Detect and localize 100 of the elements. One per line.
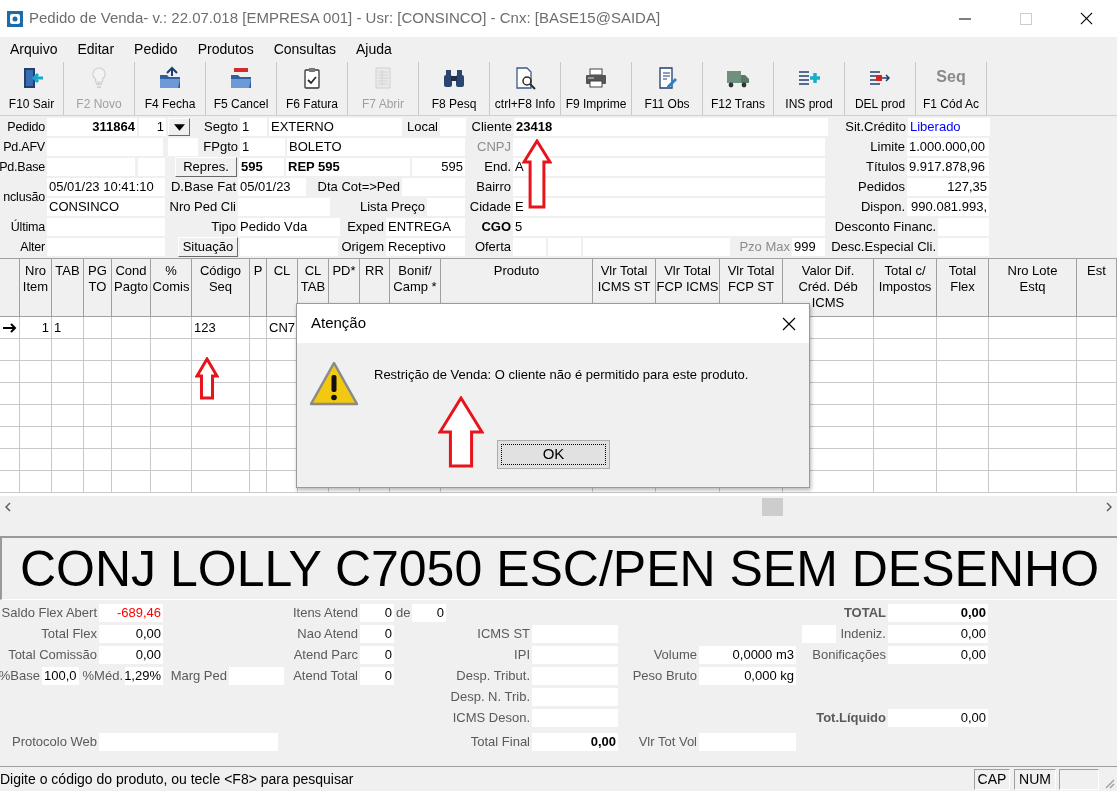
field-label: Títulos xyxy=(866,158,905,177)
text-field[interactable]: ENTREGA xyxy=(386,218,465,236)
table-cell xyxy=(84,471,112,493)
text-field[interactable]: -689,46 xyxy=(99,603,163,622)
table-cell xyxy=(151,317,192,339)
text-field[interactable]: 1 xyxy=(240,118,267,136)
column-header: Vlr Total FCP ICMS xyxy=(656,263,719,295)
text-field[interactable]: 0,00 xyxy=(888,645,988,664)
text-field[interactable]: 0,0000 m3 xyxy=(699,645,796,664)
table-cell xyxy=(52,427,84,449)
table-cell xyxy=(52,339,84,361)
text-field[interactable]: 1 xyxy=(139,118,166,136)
menu-item[interactable]: Produtos xyxy=(187,37,264,62)
text-field[interactable]: Pedido Vda xyxy=(238,218,340,236)
column-header: Est xyxy=(1087,263,1106,279)
close-icon xyxy=(1080,12,1093,25)
table-cell xyxy=(52,383,84,405)
text-field[interactable]: 1,29% xyxy=(125,666,163,685)
field-label: Cidade xyxy=(469,198,511,217)
form-button[interactable]: Situação xyxy=(178,237,238,257)
text-field[interactable]: 0,00 xyxy=(888,603,988,622)
text-field[interactable] xyxy=(513,138,825,156)
field-label: %Méd. xyxy=(82,666,123,685)
table-cell xyxy=(84,427,112,449)
table-cell xyxy=(151,361,192,383)
field-label: Pd.AFV xyxy=(3,138,45,156)
menu-item[interactable]: Ajuda xyxy=(345,37,402,62)
ok-button[interactable]: OK xyxy=(497,440,610,469)
text-field[interactable]: 05/01/23 10:41:10 xyxy=(47,178,165,196)
text-field[interactable]: 9.917.878,96 xyxy=(907,158,989,176)
text-field[interactable]: EXTERNO xyxy=(269,118,402,136)
column-header: Produto xyxy=(493,263,540,279)
text-field[interactable]: 595 xyxy=(412,158,465,176)
text-field[interactable]: 0 xyxy=(360,603,394,622)
scrollbar-thumb[interactable] xyxy=(762,498,783,516)
field-label: Total Final xyxy=(470,732,530,751)
text-field[interactable]: 0,00 xyxy=(99,645,163,664)
form-button[interactable]: Repres. xyxy=(175,157,237,177)
text-field[interactable]: 0 xyxy=(412,603,446,622)
row-indicator xyxy=(0,427,20,449)
field-label: Última xyxy=(10,218,45,236)
field-label: Bairro xyxy=(476,178,511,197)
table-cell xyxy=(20,405,52,427)
menu-item[interactable]: Consultas xyxy=(263,37,346,62)
text-field[interactable]: CONSINCO xyxy=(47,198,165,216)
text-field[interactable]: 0 xyxy=(360,666,394,685)
table-cell xyxy=(937,471,989,493)
column-header: % Comis xyxy=(152,263,190,295)
chevron-right-icon xyxy=(1106,502,1112,512)
text-field[interactable]: 0,00 xyxy=(532,732,618,751)
text-field[interactable]: 0,00 xyxy=(888,708,988,727)
text-field[interactable]: Liberado xyxy=(908,118,990,136)
column-header: CL xyxy=(273,263,291,279)
text-field[interactable]: 0,000 kg xyxy=(699,666,796,685)
column-header: Bonif/ Camp * xyxy=(393,263,437,295)
text-field[interactable]: REP 595 xyxy=(286,158,410,176)
menu-item[interactable]: Arquivo xyxy=(0,37,68,62)
text-field[interactable]: E xyxy=(513,198,825,216)
field-label: CNPJ xyxy=(477,138,511,157)
table-cell xyxy=(151,471,192,493)
document-search-icon xyxy=(513,66,537,90)
text-field[interactable]: Receptivo xyxy=(386,238,465,256)
text-field[interactable]: BOLETO xyxy=(287,138,465,156)
table-cell xyxy=(52,449,84,471)
minimize-icon xyxy=(958,17,971,20)
field-label: Volume xyxy=(653,645,697,664)
text-field[interactable]: 311864 xyxy=(47,118,137,136)
menu-item[interactable]: Pedido xyxy=(124,37,188,62)
text-field[interactable]: 5 xyxy=(513,218,825,236)
row-indicator xyxy=(0,383,20,405)
dialog-message: Restrição de Venda: O cliente não é permitido para este produto. xyxy=(374,366,749,384)
field-label: ICMS ST xyxy=(477,624,530,643)
text-field[interactable] xyxy=(513,178,825,196)
table-cell xyxy=(151,427,192,449)
text-field[interactable]: 127,35 xyxy=(907,178,989,196)
text-field[interactable]: 0,00 xyxy=(888,624,988,643)
horizontal-scrollbar[interactable] xyxy=(0,496,1117,518)
menu-item[interactable]: Editar xyxy=(67,37,125,62)
text-field[interactable]: 1.000.000,00 xyxy=(907,138,989,156)
text-field[interactable]: 1 xyxy=(240,138,285,156)
text-field[interactable]: 999 xyxy=(792,238,825,256)
text-field[interactable]: 100,0 xyxy=(42,666,79,685)
table-cell xyxy=(937,427,989,449)
field-label: Nro Ped Cli xyxy=(169,198,236,217)
field-label: Pedidos xyxy=(858,178,905,197)
text-field[interactable]: 0 xyxy=(360,645,394,664)
text-field[interactable]: A xyxy=(513,158,825,176)
text-field[interactable]: 23418 xyxy=(514,118,828,136)
table-cell xyxy=(874,317,937,339)
dropdown-button[interactable] xyxy=(168,118,190,136)
text-field[interactable]: 990.081.993, xyxy=(907,198,989,216)
table-cell xyxy=(84,339,112,361)
text-field[interactable]: 0 xyxy=(360,624,394,643)
table-cell xyxy=(20,471,52,493)
text-field[interactable]: 05/01/23 xyxy=(238,178,306,196)
text-field[interactable]: 595 xyxy=(239,158,284,176)
field-label: Segto xyxy=(204,118,238,137)
table-cell xyxy=(112,449,151,471)
text-field[interactable]: 0,00 xyxy=(99,624,163,643)
column-header: Nro Item xyxy=(22,263,49,295)
